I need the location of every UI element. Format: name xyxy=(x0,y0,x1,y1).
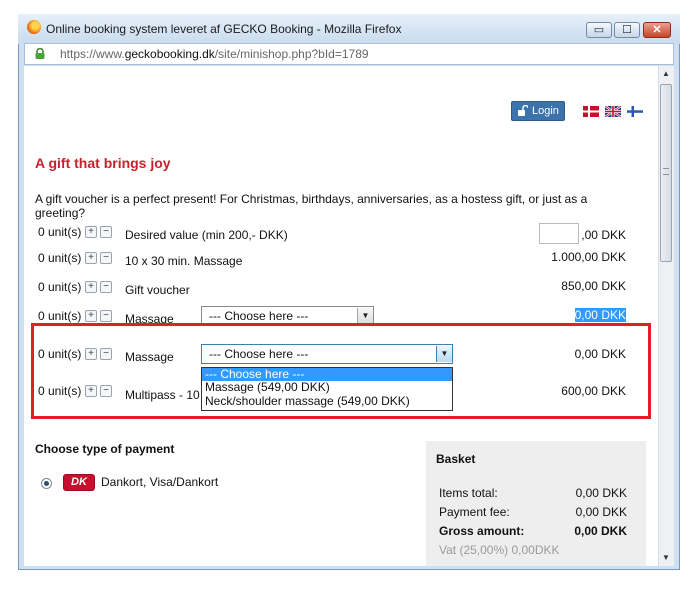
payment-title: Choose type of payment xyxy=(35,442,175,456)
basket-row-label: Payment fee: xyxy=(439,505,510,519)
basket-row-total: Gross amount: 0,00 DKK xyxy=(439,524,627,538)
highlighted-price: 0,00 DKK xyxy=(574,308,626,322)
basket-row-value: 0,00 DKK xyxy=(575,486,627,500)
url-text[interactable]: https://www.geckobooking.dk/site/minisho… xyxy=(60,47,369,61)
decrease-button[interactable]: − xyxy=(100,310,112,322)
window-title: Online booking system leveret af GECKO B… xyxy=(46,22,402,36)
close-button[interactable]: ✕ xyxy=(643,22,671,38)
decrease-button[interactable]: − xyxy=(100,281,112,293)
firefox-icon xyxy=(27,20,41,34)
product-price: ,00 DKK xyxy=(581,228,626,242)
decrease-button[interactable]: − xyxy=(100,226,112,238)
decrease-button[interactable]: − xyxy=(100,252,112,264)
product-label: 10 x 30 min. Massage xyxy=(125,254,243,268)
danish-flag-icon[interactable] xyxy=(583,106,599,117)
unit-count: 0 unit(s) xyxy=(38,225,82,239)
dankort-logo: DK xyxy=(63,474,95,491)
finnish-flag-icon[interactable] xyxy=(627,106,643,117)
select-value: --- Choose here --- xyxy=(209,309,309,323)
product-price: 0,00 DKK xyxy=(506,308,626,322)
basket-row: Items total: 0,00 DKK xyxy=(439,486,627,500)
minimize-button[interactable]: ▭ xyxy=(586,22,612,38)
basket-row: Payment fee: 0,00 DKK xyxy=(439,505,627,519)
page-title: A gift that brings joy xyxy=(35,155,171,171)
chevron-down-icon[interactable]: ▼ xyxy=(357,308,373,324)
product-price: 1.000,00 DKK xyxy=(551,250,626,264)
british-flag-icon[interactable] xyxy=(605,106,621,117)
increase-button[interactable]: + xyxy=(85,226,97,238)
maximize-button[interactable]: ☐ xyxy=(614,22,640,38)
highlight-frame xyxy=(31,323,651,419)
payment-option-label: Dankort, Visa/Dankort xyxy=(101,475,219,489)
increase-button[interactable]: + xyxy=(85,281,97,293)
basket-title: Basket xyxy=(436,452,476,466)
url-path: /site/minishop.php?bId=1789 xyxy=(214,47,369,61)
product-label: Gift voucher xyxy=(125,283,190,297)
basket-row-value: 0,00 DKK xyxy=(574,524,627,538)
basket-row-value: 0,00 DKK xyxy=(575,505,627,519)
product-price: 850,00 DKK xyxy=(561,279,626,293)
url-prefix: https://www. xyxy=(60,47,125,61)
intro-text: A gift voucher is a perfect present! For… xyxy=(35,192,588,220)
unit-count: 0 unit(s) xyxy=(38,309,82,323)
product-label: Desired value (min 200,- DKK) xyxy=(125,228,288,242)
unit-count: 0 unit(s) xyxy=(38,280,82,294)
unit-count: 0 unit(s) xyxy=(38,251,82,265)
scroll-up-icon[interactable]: ▲ xyxy=(658,66,674,82)
url-domain: geckobooking.dk xyxy=(124,47,215,61)
scroll-down-icon[interactable]: ▼ xyxy=(658,550,674,566)
basket-row-label: Gross amount: xyxy=(439,524,525,538)
unlock-icon xyxy=(518,105,528,116)
increase-button[interactable]: + xyxy=(85,310,97,322)
increase-button[interactable]: + xyxy=(85,252,97,264)
basket-vat: Vat (25,00%) 0,00DKK xyxy=(439,543,560,557)
lock-icon xyxy=(35,48,45,59)
scroll-grip-icon xyxy=(663,168,669,175)
radio-selected-dot xyxy=(44,481,49,486)
basket-row-label: Items total: xyxy=(439,486,498,500)
